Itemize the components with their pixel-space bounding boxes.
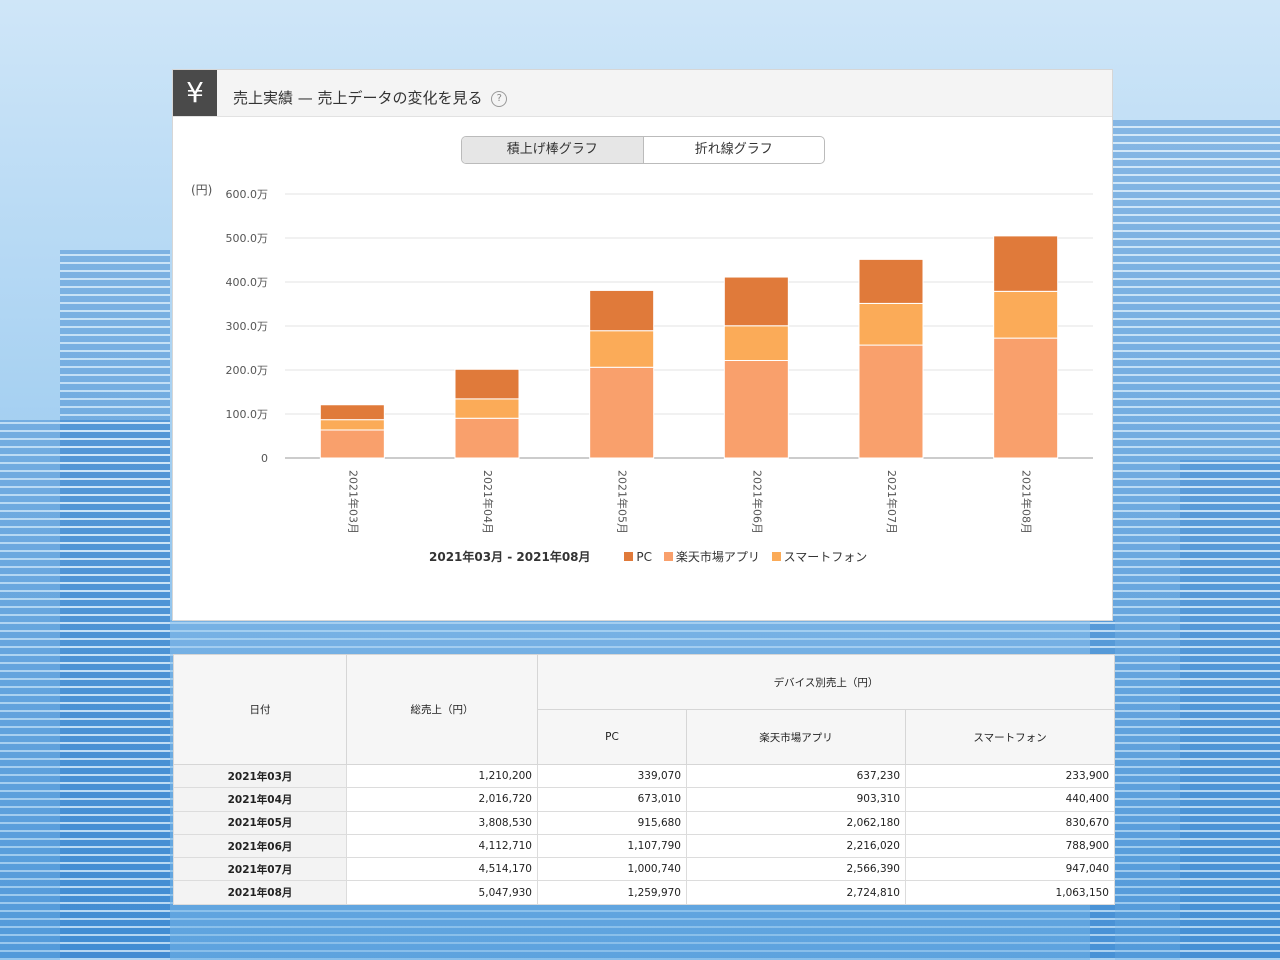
cell-smartphone: 1,063,150 [905, 880, 1115, 905]
cell-rakuten: 2,062,180 [686, 810, 906, 835]
cell-total: 2,016,720 [346, 787, 538, 812]
x-tick-label: 2021年06月 [750, 470, 764, 534]
y-tick-label: 300.0万 [226, 320, 269, 333]
cell-total: 3,808,530 [346, 810, 538, 835]
bar-segment [993, 290, 1059, 339]
cell-date: 2021年07月 [173, 857, 347, 882]
table-row: 2021年05月 3,808,530 915,680 2,062,180 830,670 [173, 810, 1115, 835]
x-tick-label: 2021年04月 [481, 470, 495, 534]
cell-date: 2021年06月 [173, 833, 347, 859]
cell-date: 2021年04月 [173, 787, 347, 812]
stacked-bar-chart: (円) 0 100.0万 200.0万 300.0万 400.0万 500.0万 600.0万… [191, 183, 1093, 534]
panel-header: ¥ 売上実績 — 売上データの変化を見る ? [173, 70, 1112, 117]
legend-label-smartphone: スマートフォン [783, 550, 868, 564]
cell-date: 2021年05月 [173, 810, 347, 835]
x-tick-label: 2021年05月 [616, 470, 630, 534]
cell-smartphone: 830,670 [905, 810, 1115, 835]
bar-segment [589, 289, 655, 332]
bar-segment [589, 330, 655, 368]
bar-segment [858, 302, 924, 346]
legend-label-rakuten: 楽天市場アプリ [675, 550, 760, 564]
x-tick-label: 2021年07月 [885, 470, 899, 534]
cell-pc: 1,107,790 [537, 833, 687, 859]
header-device-group: デバイス別売上（円） [537, 654, 1115, 710]
cell-total: 5,047,930 [346, 880, 538, 905]
cell-smartphone: 788,900 [905, 833, 1115, 859]
y-unit-label: (円) [191, 183, 212, 197]
bar-segment [858, 258, 924, 304]
cell-total: 4,112,710 [346, 833, 538, 859]
bar-segment [723, 276, 789, 327]
x-tick-label: 2021年08月 [1020, 470, 1034, 534]
bar-segment [993, 235, 1059, 292]
bar-segment [319, 404, 385, 421]
header-date: 日付 [173, 654, 347, 765]
cell-smartphone: 233,900 [905, 763, 1115, 789]
cell-pc: 673,010 [537, 787, 687, 812]
y-tick-label: 0 [261, 452, 268, 465]
bar-segment [993, 337, 1059, 459]
bar-segment [858, 344, 924, 459]
bar-segment [319, 429, 385, 459]
y-tick-label: 400.0万 [226, 276, 269, 289]
table-row: 2021年06月 4,112,710 1,107,790 2,216,020 788,9… [173, 833, 1115, 859]
header-rakuten: 楽天市場アプリ [686, 709, 906, 765]
cell-rakuten: 637,230 [686, 763, 906, 789]
table-row: 2021年03月 1,210,200 339,070 637,230 233,900 [173, 763, 1115, 789]
cell-rakuten: 2,216,020 [686, 833, 906, 859]
cell-pc: 1,259,970 [537, 880, 687, 905]
table-row: 2021年04月 2,016,720 673,010 903,310 440,400 [173, 787, 1115, 812]
table-row: 2021年08月 5,047,930 1,259,970 2,724,810 1,063… [173, 880, 1115, 905]
legend-swatch-rakuten [663, 552, 673, 561]
cell-date: 2021年03月 [173, 763, 347, 789]
bar-segment [589, 366, 655, 459]
header-pc: PC [537, 709, 687, 765]
cell-smartphone: 947,040 [905, 857, 1115, 882]
yen-icon: ¥ [173, 70, 217, 116]
legend-label-pc: PC [636, 550, 652, 564]
cell-rakuten: 903,310 [686, 787, 906, 812]
panel-title-text: 売上実績 — 売上データの変化を見る [233, 89, 483, 107]
table-body: 2021年03月 1,210,200 339,070 637,230 233,900 20… [173, 763, 1115, 905]
cell-rakuten: 2,566,390 [686, 857, 906, 882]
header-smartphone: スマートフォン [905, 709, 1115, 765]
legend-swatch-smartphone [771, 552, 781, 561]
panel-title: 売上実績 — 売上データの変化を見る ? [233, 87, 508, 108]
cell-total: 4,514,170 [346, 857, 538, 882]
legend-range: 2021年03月 - 2021年08月 [429, 550, 591, 564]
cell-pc: 1,000,740 [537, 857, 687, 882]
bar-segment [723, 325, 789, 361]
cell-smartphone: 440,400 [905, 787, 1115, 812]
legend-swatch-pc [624, 552, 634, 561]
cell-pc: 915,680 [537, 810, 687, 835]
sales-table: 日付 総売上（円） デバイス別売上（円） PC 楽天市場アプリ スマートフォン … [173, 654, 1115, 905]
header-total: 総売上（円） [346, 654, 538, 765]
chart-legend: 2021年03月 - 2021年08月 PC 楽天市場アプリ スマートフォン [429, 548, 867, 565]
bar-segment [723, 359, 789, 459]
y-tick-label: 500.0万 [226, 232, 269, 245]
bar-segment [454, 417, 520, 459]
x-tick-label: 2021年03月 [346, 470, 360, 534]
tab-stacked-bar[interactable]: 積上げ棒グラフ [462, 137, 644, 163]
y-tick-label: 600.0万 [226, 188, 269, 201]
table-row: 2021年07月 4,514,170 1,000,740 2,566,390 947,0… [173, 857, 1115, 882]
cell-pc: 339,070 [537, 763, 687, 789]
chart-type-toggle: 積上げ棒グラフ 折れ線グラフ [461, 136, 825, 164]
bar-segment [454, 398, 520, 419]
cell-total: 1,210,200 [346, 763, 538, 789]
help-icon[interactable]: ? [491, 90, 508, 107]
tab-line-chart[interactable]: 折れ線グラフ [644, 137, 825, 163]
sales-panel: ¥ 売上実績 — 売上データの変化を見る ? 積上げ棒グラフ 折れ線グラフ (円… [172, 69, 1113, 621]
bar-segment [319, 419, 385, 431]
bar-segment [454, 368, 520, 400]
y-tick-label: 100.0万 [226, 408, 269, 421]
cell-date: 2021年08月 [173, 880, 347, 905]
y-tick-label: 200.0万 [226, 364, 269, 377]
cell-rakuten: 2,724,810 [686, 880, 906, 905]
